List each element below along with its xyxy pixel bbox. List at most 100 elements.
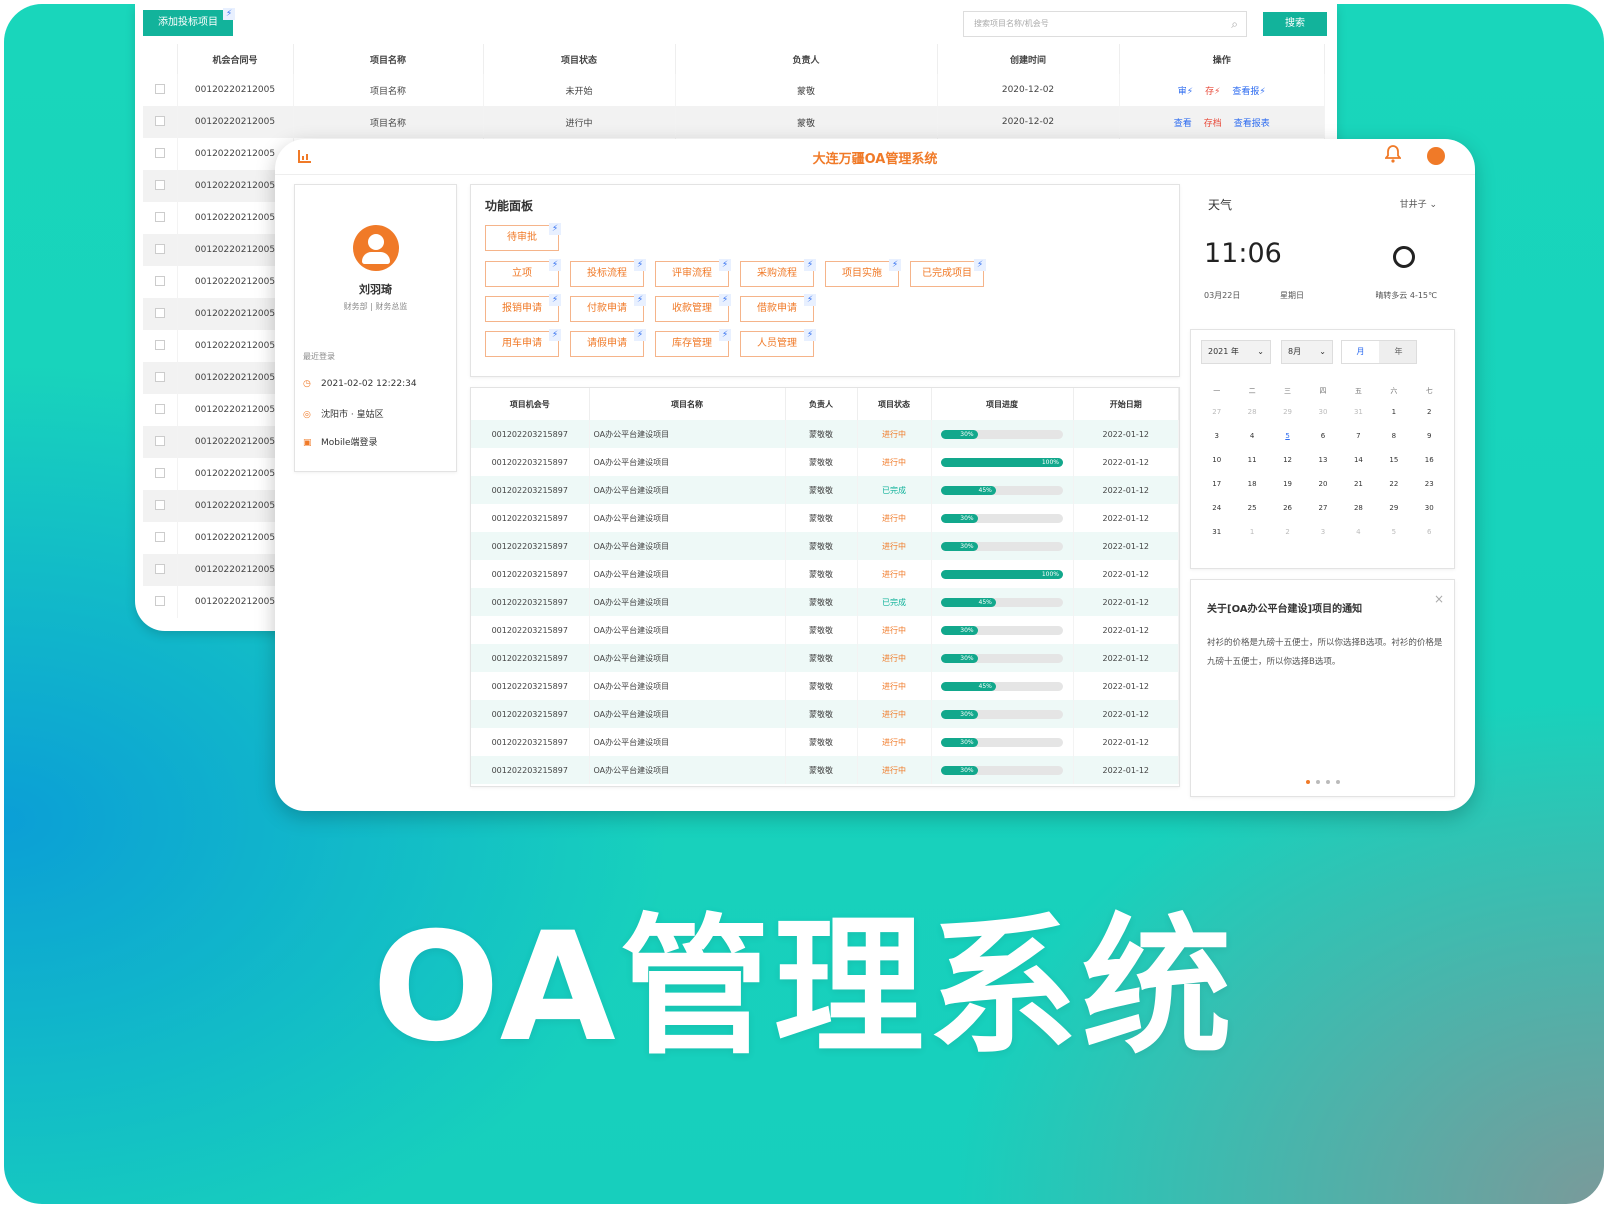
calendar-day[interactable]: 13 (1305, 448, 1340, 472)
row-checkbox[interactable] (154, 371, 165, 382)
table-row[interactable]: 001202203215897 OA办公平台建设项目 蒙敬敬 进行中 30% 2022-0… (471, 756, 1179, 784)
calendar-day[interactable]: 14 (1341, 448, 1376, 472)
function-button[interactable]: 人员管理 ⚡ (740, 329, 816, 357)
row-checkbox[interactable] (154, 147, 165, 158)
row-action-link[interactable]: 审⚡ (1178, 87, 1193, 97)
year-select[interactable]: 2021 年 ⌄ (1201, 340, 1271, 364)
table-row[interactable]: 001202203215897 OA办公平台建设项目 蒙敬敬 进行中 100% 2022-… (471, 560, 1179, 588)
calendar-day[interactable]: 6 (1305, 424, 1340, 448)
row-checkbox[interactable] (154, 499, 165, 510)
row-checkbox[interactable] (154, 211, 165, 222)
row-checkbox[interactable] (154, 339, 165, 350)
function-button[interactable]: 请假申请 ⚡ (570, 329, 646, 357)
close-icon[interactable]: × (1434, 592, 1444, 606)
bell-icon[interactable] (1384, 145, 1402, 167)
function-button[interactable]: 已完成项目 ⚡ (910, 259, 986, 287)
row-checkbox[interactable] (154, 563, 165, 574)
carousel-dot[interactable] (1315, 780, 1320, 784)
add-bid-project-button[interactable]: 添加投标项目 ⚡ (143, 8, 235, 36)
calendar-day[interactable]: 27 (1305, 496, 1340, 520)
calendar-day[interactable]: 4 (1341, 520, 1376, 544)
table-row[interactable]: 00120220212005 项目名称 进行中 蒙敬 2020-12-02 查看 存档 查看报… (143, 106, 1325, 138)
calendar-day[interactable]: 31 (1341, 400, 1376, 424)
row-action-link[interactable]: 存⚡ (1205, 87, 1220, 97)
calendar-day[interactable]: 11 (1234, 448, 1269, 472)
calendar-day[interactable]: 2 (1412, 400, 1447, 424)
calendar-day[interactable]: 31 (1199, 520, 1234, 544)
calendar-day[interactable]: 26 (1270, 496, 1305, 520)
table-row[interactable]: 001202203215897 OA办公平台建设项目 蒙敬敬 进行中 100% 2022-… (471, 448, 1179, 476)
calendar-day[interactable]: 27 (1199, 400, 1234, 424)
function-button[interactable]: 库存管理 ⚡ (655, 329, 731, 357)
row-action-link[interactable]: 查看报⚡ (1232, 87, 1265, 97)
row-checkbox[interactable] (154, 403, 165, 414)
function-button[interactable]: 待审批 ⚡ (485, 223, 561, 251)
calendar-day[interactable]: 30 (1305, 400, 1340, 424)
user-icon[interactable] (1427, 147, 1445, 165)
row-checkbox[interactable] (154, 467, 165, 478)
function-button[interactable]: 项目实施 ⚡ (825, 259, 901, 287)
table-row[interactable]: 001202203215897 OA办公平台建设项目 蒙敬敬 进行中 30% 2022-0… (471, 728, 1179, 756)
row-checkbox[interactable] (154, 595, 165, 606)
search-button[interactable]: 搜索 (1263, 12, 1327, 36)
table-row[interactable]: 00120220212005 项目名称 未开始 蒙敬 2020-12-02 审⚡ 存⚡ 查看报… (143, 74, 1325, 106)
function-button[interactable]: 评审流程 ⚡ (655, 259, 731, 287)
row-checkbox[interactable] (154, 83, 165, 94)
calendar-day[interactable]: 9 (1412, 424, 1447, 448)
calendar-day[interactable]: 23 (1412, 472, 1447, 496)
function-button[interactable]: 借款申请 ⚡ (740, 294, 816, 322)
calendar-day[interactable]: 25 (1234, 496, 1269, 520)
calendar-day[interactable]: 1 (1376, 400, 1411, 424)
mode-year-button[interactable]: 年 (1380, 341, 1417, 363)
calendar-day[interactable]: 28 (1341, 496, 1376, 520)
calendar-day[interactable]: 30 (1412, 496, 1447, 520)
calendar-day[interactable]: 5 (1376, 520, 1411, 544)
function-button[interactable]: 收款管理 ⚡ (655, 294, 731, 322)
carousel-dot[interactable] (1325, 780, 1330, 784)
city-select[interactable]: 甘井子 ⌄ (1400, 197, 1437, 210)
row-checkbox[interactable] (154, 243, 165, 254)
row-checkbox[interactable] (154, 275, 165, 286)
function-button[interactable]: 用车申请 ⚡ (485, 329, 561, 357)
calendar-day[interactable]: 17 (1199, 472, 1234, 496)
calendar-day[interactable]: 18 (1234, 472, 1269, 496)
month-select[interactable]: 8月 ⌄ (1281, 340, 1333, 364)
calendar-day[interactable]: 7 (1341, 424, 1376, 448)
table-row[interactable]: 001202203215897 OA办公平台建设项目 蒙敬敬 已完成 45% 2022-0… (471, 476, 1179, 504)
row-checkbox[interactable] (154, 435, 165, 446)
table-row[interactable]: 001202203215897 OA办公平台建设项目 蒙敬敬 进行中 30% 2022-0… (471, 700, 1179, 728)
calendar-day[interactable]: 24 (1199, 496, 1234, 520)
table-row[interactable]: 001202203215897 OA办公平台建设项目 蒙敬敬 进行中 30% 2022-0… (471, 644, 1179, 672)
row-checkbox[interactable] (154, 179, 165, 190)
calendar-day[interactable]: 1 (1234, 520, 1269, 544)
calendar-day[interactable]: 12 (1270, 448, 1305, 472)
row-action-link[interactable]: 查看 (1174, 119, 1192, 129)
calendar-day[interactable]: 29 (1376, 496, 1411, 520)
row-checkbox[interactable] (154, 531, 165, 542)
calendar-day[interactable]: 10 (1199, 448, 1234, 472)
table-row[interactable]: 001202203215897 OA办公平台建设项目 蒙敬敬 进行中 30% 2022-0… (471, 420, 1179, 448)
calendar-day[interactable]: 22 (1376, 472, 1411, 496)
calendar-day[interactable]: 29 (1270, 400, 1305, 424)
row-checkbox[interactable] (154, 115, 165, 126)
calendar-day[interactable]: 15 (1376, 448, 1411, 472)
table-row[interactable]: 001202203215897 OA办公平台建设项目 蒙敬敬 进行中 45% 2022-0… (471, 672, 1179, 700)
calendar-day[interactable]: 3 (1305, 520, 1340, 544)
calendar-day[interactable]: 6 (1412, 520, 1447, 544)
calendar-day[interactable]: 5 (1270, 424, 1305, 448)
carousel-dot[interactable] (1305, 780, 1310, 784)
table-row[interactable]: 001202203215897 OA办公平台建设项目 蒙敬敬 进行中 30% 2022-0… (471, 532, 1179, 560)
table-row[interactable]: 001202203215897 OA办公平台建设项目 蒙敬敬 进行中 30% 2022-0… (471, 616, 1179, 644)
function-button[interactable]: 立项 ⚡ (485, 259, 561, 287)
function-button[interactable]: 报销申请 ⚡ (485, 294, 561, 322)
function-button[interactable]: 投标流程 ⚡ (570, 259, 646, 287)
function-button[interactable]: 付款申请 ⚡ (570, 294, 646, 322)
table-row[interactable]: 001202203215897 OA办公平台建设项目 蒙敬敬 进行中 30% 2022-0… (471, 504, 1179, 532)
calendar-day[interactable]: 21 (1341, 472, 1376, 496)
row-action-link[interactable]: 查看报表 (1234, 119, 1270, 129)
calendar-day[interactable]: 2 (1270, 520, 1305, 544)
row-checkbox[interactable] (154, 307, 165, 318)
calendar-day[interactable]: 16 (1412, 448, 1447, 472)
function-button[interactable]: 采购流程 ⚡ (740, 259, 816, 287)
calendar-day[interactable]: 19 (1270, 472, 1305, 496)
